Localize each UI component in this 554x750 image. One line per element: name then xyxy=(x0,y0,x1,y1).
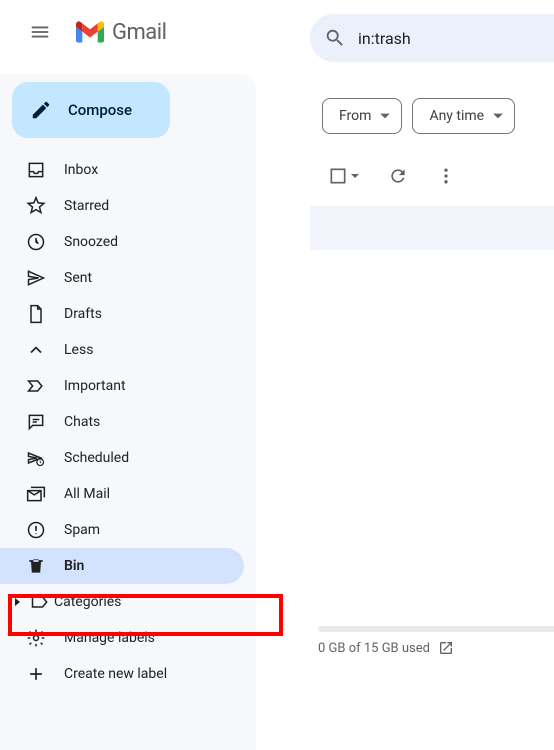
sidebar-item-chats[interactable]: Chats xyxy=(0,404,244,440)
filter-from[interactable]: From xyxy=(322,98,402,134)
more-vert-icon xyxy=(436,166,456,186)
filter-anytime[interactable]: Any time xyxy=(412,98,515,134)
chevron-up-icon xyxy=(26,340,46,360)
more-button[interactable] xyxy=(436,166,456,186)
filter-label: From xyxy=(339,108,371,124)
nav-label: Starred xyxy=(64,198,109,214)
refresh-button[interactable] xyxy=(388,166,408,186)
checkbox-icon xyxy=(328,166,348,186)
nav-label: Chats xyxy=(64,414,100,430)
storage-text: 0 GB of 15 GB used xyxy=(318,641,430,656)
hamburger-icon xyxy=(29,21,51,43)
scheduled-icon xyxy=(26,448,46,468)
caret-right-icon xyxy=(12,597,26,607)
compose-button[interactable]: Compose xyxy=(12,82,170,138)
sidebar-item-managelabels[interactable]: Manage labels xyxy=(0,620,244,656)
nav-label: All Mail xyxy=(64,486,110,502)
sidebar-item-createlabel[interactable]: Create new label xyxy=(0,656,244,692)
sidebar-item-drafts[interactable]: Drafts xyxy=(0,296,244,332)
compose-label: Compose xyxy=(68,101,132,119)
sidebar-item-inbox[interactable]: Inbox xyxy=(0,152,244,188)
search-input[interactable] xyxy=(358,29,538,48)
chat-icon xyxy=(26,412,46,432)
storage-bar xyxy=(318,626,554,632)
clock-icon xyxy=(26,232,46,252)
inbox-icon xyxy=(26,160,46,180)
sidebar-item-bin[interactable]: Bin xyxy=(0,548,244,584)
gmail-logo-icon xyxy=(76,21,104,43)
nav-label: Sent xyxy=(64,270,92,286)
sidebar-item-sent[interactable]: Sent xyxy=(0,260,244,296)
important-icon xyxy=(26,376,46,396)
nav-label: Snoozed xyxy=(64,234,118,250)
sidebar-item-less[interactable]: Less xyxy=(0,332,244,368)
spam-icon xyxy=(26,520,46,540)
search-bar[interactable] xyxy=(310,14,554,62)
sidebar-item-scheduled[interactable]: Scheduled xyxy=(0,440,244,476)
trash-icon xyxy=(26,556,46,576)
search-icon xyxy=(324,27,346,49)
nav-label: Bin xyxy=(64,558,84,574)
nav-label: Scheduled xyxy=(64,450,129,466)
star-icon xyxy=(26,196,46,216)
gmail-text: Gmail xyxy=(112,20,166,45)
filter-label: Any time xyxy=(429,108,484,124)
dropdown-arrow-icon xyxy=(379,110,391,122)
gmail-logo[interactable]: Gmail xyxy=(72,20,166,45)
nav-label: Important xyxy=(64,378,126,394)
nav-label: Manage labels xyxy=(64,630,155,646)
file-icon xyxy=(26,304,46,324)
nav-label: Drafts xyxy=(64,306,102,322)
nav-label: Inbox xyxy=(64,162,98,178)
dropdown-arrow-icon xyxy=(492,110,504,122)
sidebar-item-allmail[interactable]: All Mail xyxy=(0,476,244,512)
nav-label: Spam xyxy=(64,522,100,538)
send-icon xyxy=(26,268,46,288)
nav-label: Create new label xyxy=(64,666,167,682)
nav-label: Categories xyxy=(54,594,121,610)
allmail-icon xyxy=(26,484,46,504)
nav-label: Less xyxy=(64,342,93,358)
gear-icon xyxy=(26,628,46,648)
sidebar-item-starred[interactable]: Starred xyxy=(0,188,244,224)
pencil-icon xyxy=(30,99,52,121)
empty-trash-band xyxy=(310,206,554,250)
sidebar: Compose Inbox Starred Snoozed Sent Draft… xyxy=(0,74,256,750)
select-all-checkbox[interactable] xyxy=(328,166,360,186)
sidebar-item-important[interactable]: Important xyxy=(0,368,244,404)
plus-icon xyxy=(26,664,46,684)
sidebar-item-categories[interactable]: Categories xyxy=(0,584,244,620)
sidebar-item-spam[interactable]: Spam xyxy=(0,512,244,548)
refresh-icon xyxy=(388,166,408,186)
main-content: From Any time 0 GB of 15 GB used xyxy=(310,86,554,750)
dropdown-arrow-icon xyxy=(350,171,360,181)
open-external-icon[interactable] xyxy=(438,640,454,656)
sidebar-item-snoozed[interactable]: Snoozed xyxy=(0,224,244,260)
label-icon xyxy=(30,592,50,612)
main-menu-button[interactable] xyxy=(16,8,64,56)
